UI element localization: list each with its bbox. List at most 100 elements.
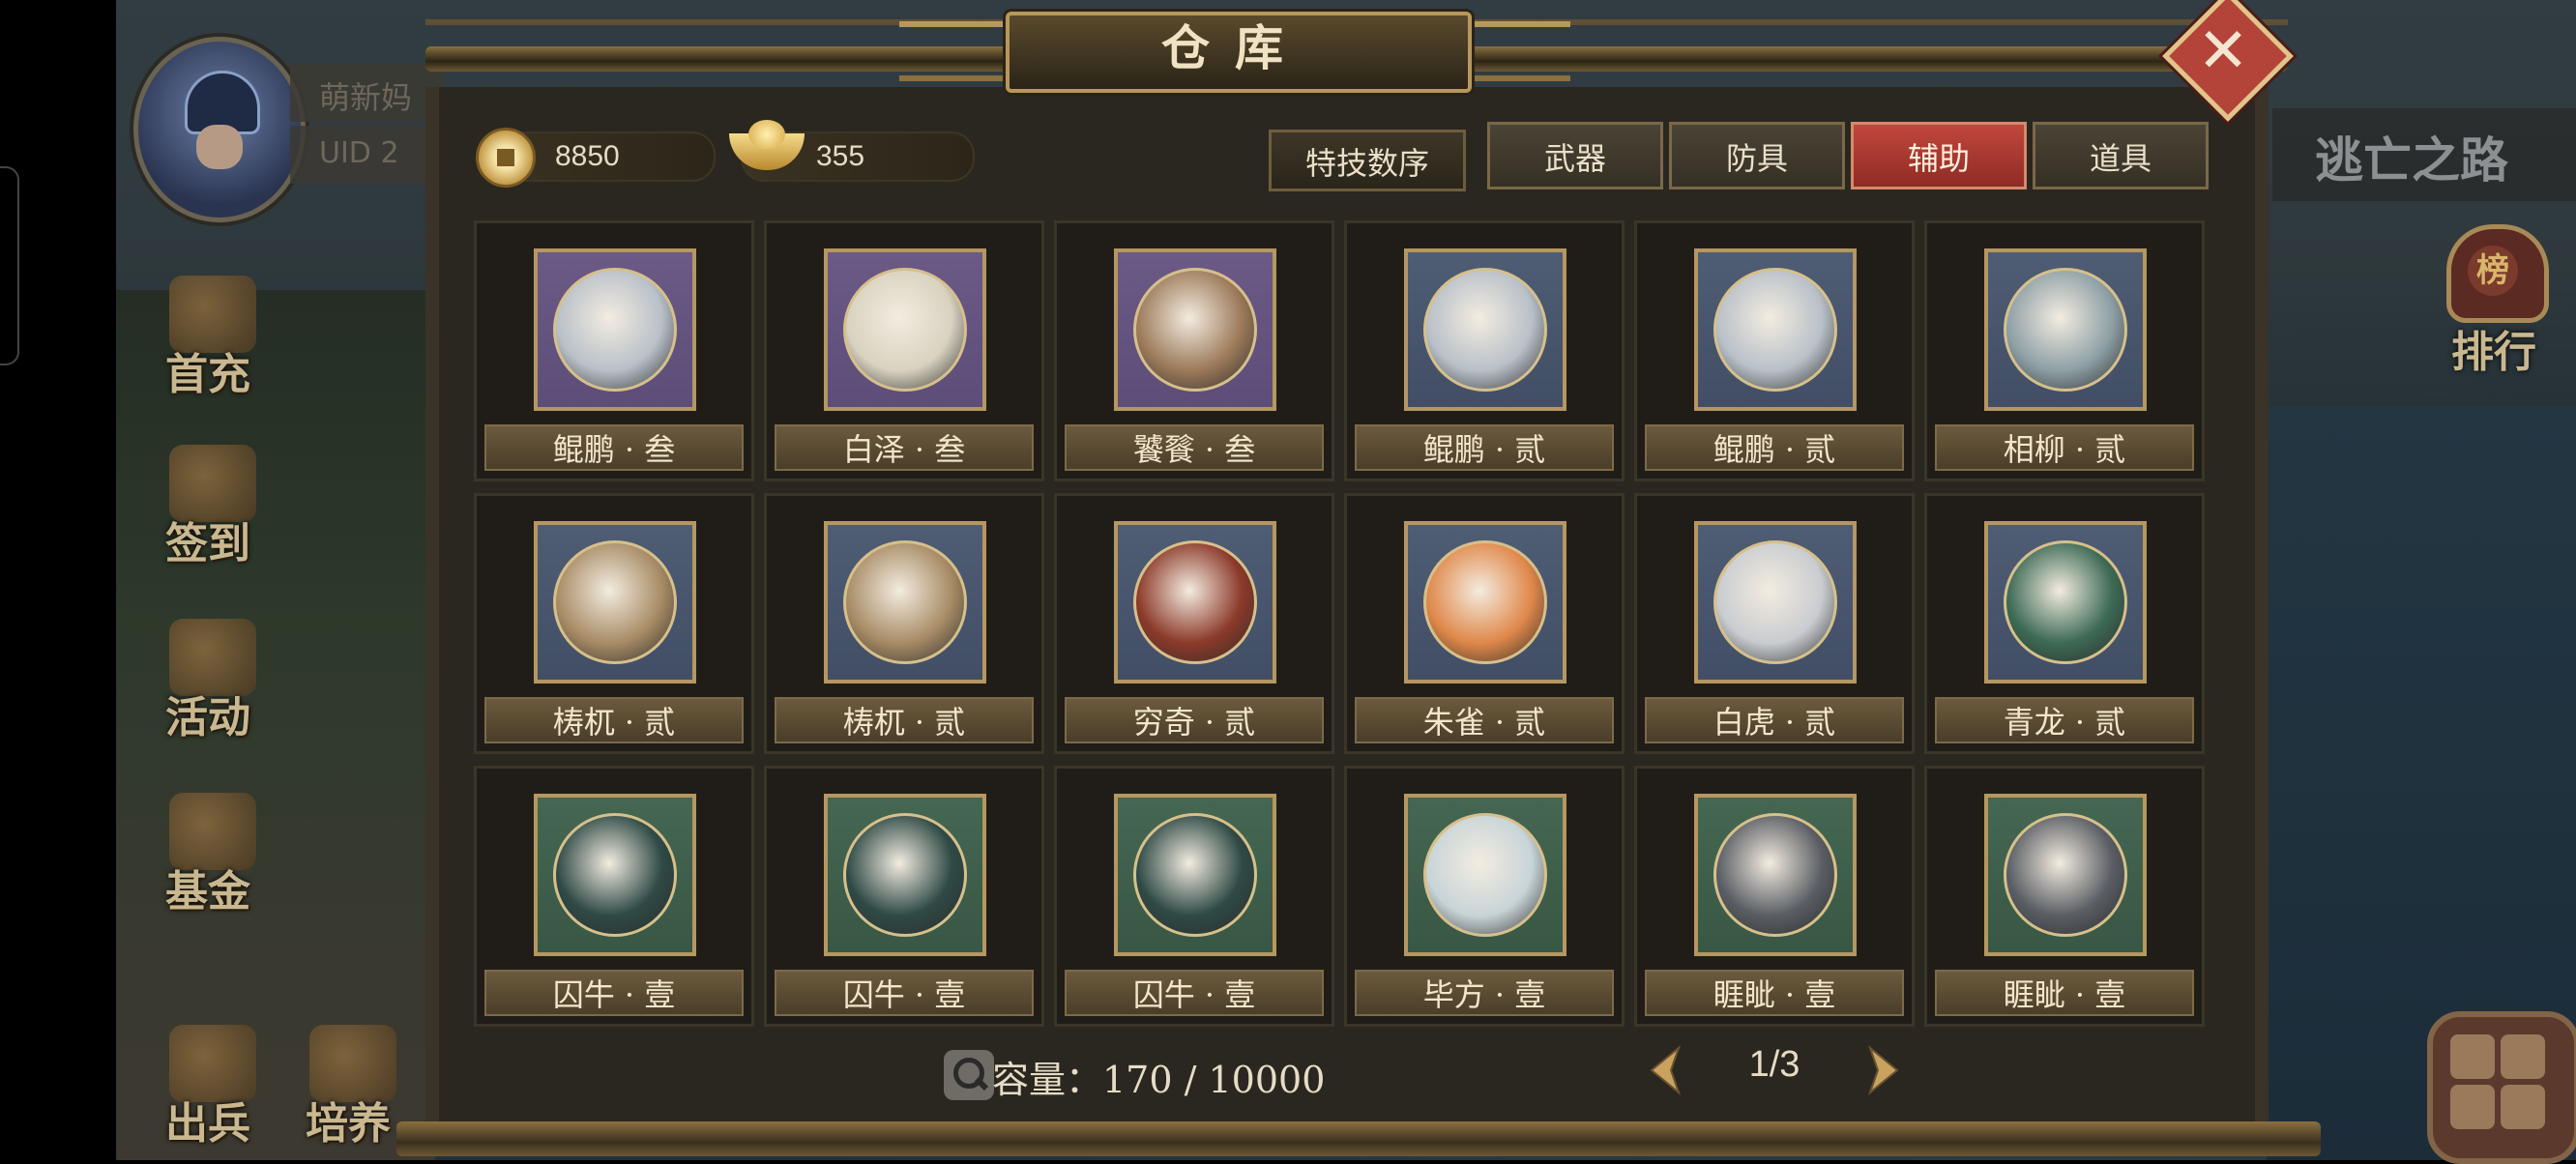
- dialog-bottom-frame: [396, 1121, 2321, 1156]
- sign-in-button[interactable]: 签到: [140, 445, 276, 568]
- item-art-frame: [1984, 248, 2147, 411]
- qiuniu-dragon-icon: [843, 813, 967, 937]
- item-card[interactable]: 鲲鹏 · 贰: [1344, 220, 1625, 481]
- qinglong-dragon-icon: [2004, 540, 2127, 664]
- baize-beast-icon: [843, 268, 967, 392]
- tab-armor[interactable]: 防具: [1669, 122, 1845, 189]
- item-art-frame: [1114, 794, 1276, 956]
- item-card[interactable]: 青龙 · 贰: [1924, 493, 2205, 754]
- item-name: 囚牛 · 壹: [1065, 970, 1324, 1016]
- item-card[interactable]: 白泽 · 叁: [764, 220, 1044, 481]
- item-name: 穷奇 · 贰: [1065, 697, 1324, 743]
- grid-icon-q1: [2450, 1034, 2495, 1079]
- next-page-button[interactable]: [1864, 1044, 1903, 1096]
- player-avatar[interactable]: [133, 37, 306, 222]
- item-name: 囚牛 · 壹: [484, 970, 744, 1016]
- fund-label: 基金: [165, 867, 250, 917]
- sort-by-skill-button[interactable]: 特技数序: [1269, 130, 1466, 191]
- dialog-title: 仓库: [1161, 19, 1308, 76]
- item-name: 梼杌 · 贰: [484, 697, 744, 743]
- item-art-frame: [1404, 521, 1566, 684]
- item-art-frame: [534, 521, 696, 684]
- cultivate-button[interactable]: 培养: [280, 1025, 416, 1149]
- kunpeng-whale-icon: [1423, 268, 1547, 392]
- item-art-frame: [1404, 794, 1566, 956]
- item-art-frame: [824, 794, 986, 956]
- previous-page-button[interactable]: [1646, 1044, 1684, 1096]
- avatar-face: [196, 125, 243, 169]
- tab-items[interactable]: 道具: [2033, 122, 2209, 189]
- taotie-beast-icon: [1133, 268, 1257, 392]
- item-card[interactable]: 朱雀 · 贰: [1344, 493, 1625, 754]
- warehouse-dialog: 仓库 ✕ 8850 355 特技数序 武器 防具 辅助 道具 鲲鹏 · 叁白泽 …: [396, 0, 2321, 1160]
- item-name: 毕方 · 壹: [1355, 970, 1614, 1016]
- magnifier-handle: [974, 1076, 989, 1091]
- sign-in-label: 签到: [165, 519, 250, 568]
- chevron-left-icon: [1650, 1044, 1682, 1096]
- item-card[interactable]: 囚牛 · 壹: [474, 766, 754, 1027]
- kunpeng-whale-icon: [1713, 268, 1837, 392]
- ingot-counter: 355: [729, 120, 975, 182]
- item-card[interactable]: 鲲鹏 · 叁: [474, 220, 754, 481]
- grid-icon-q3: [2450, 1085, 2495, 1129]
- search-button[interactable]: [944, 1050, 994, 1100]
- qiongqi-beast-icon: [1133, 540, 1257, 664]
- item-card[interactable]: 囚牛 · 壹: [764, 766, 1044, 1027]
- page-indicator: 1/3: [1748, 1044, 1800, 1085]
- events-label: 活动: [165, 693, 250, 742]
- coin-icon: [476, 128, 536, 188]
- tab-auxiliary[interactable]: 辅助: [1851, 122, 2027, 189]
- item-card[interactable]: 梼杌 · 贰: [764, 493, 1044, 754]
- first-recharge-button[interactable]: 首充: [140, 276, 276, 399]
- item-name: 朱雀 · 贰: [1355, 697, 1614, 743]
- item-card[interactable]: 梼杌 · 贰: [474, 493, 754, 754]
- item-name: 鲲鹏 · 叁: [484, 424, 744, 471]
- kunpeng-whale-icon: [553, 268, 677, 392]
- item-card[interactable]: 穷奇 · 贰: [1054, 493, 1334, 754]
- phone-side-edge: [0, 166, 19, 365]
- item-card[interactable]: 白虎 · 贰: [1634, 493, 1915, 754]
- yazi-beast-icon: [1713, 813, 1837, 937]
- taowu-beast-icon: [843, 540, 967, 664]
- item-name: 囚牛 · 壹: [775, 970, 1034, 1016]
- item-art-frame: [1984, 794, 2147, 956]
- item-name: 梼杌 · 贰: [775, 697, 1034, 743]
- item-art-frame: [1694, 794, 1857, 956]
- title-wing-right: [1454, 21, 1570, 81]
- ranking-button[interactable]: 榜: [2425, 224, 2561, 331]
- item-art-frame: [1114, 248, 1276, 411]
- item-name: 相柳 · 贰: [1935, 424, 2194, 471]
- chevron-right-icon: [1867, 1044, 1899, 1096]
- first-recharge-label: 首充: [165, 350, 250, 399]
- item-art-frame: [1694, 248, 1857, 411]
- tab-weapons[interactable]: 武器: [1487, 122, 1663, 189]
- title-wing-left: [899, 21, 1015, 81]
- ingot-amount: 355: [816, 140, 865, 172]
- gold-ingot-icon: [729, 116, 805, 174]
- deploy-label: 出兵: [165, 1099, 250, 1149]
- ranking-icon-char: 榜: [2468, 246, 2518, 296]
- item-card[interactable]: 睚眦 · 壹: [1924, 766, 2205, 1027]
- close-button[interactable]: ✕: [2181, 10, 2265, 93]
- item-card[interactable]: 囚牛 · 壹: [1054, 766, 1334, 1027]
- capacity-text: 容量：170 / 10000: [992, 1059, 1326, 1101]
- item-art-frame: [534, 794, 696, 956]
- item-art-frame: [824, 248, 986, 411]
- item-card[interactable]: 毕方 · 壹: [1344, 766, 1625, 1027]
- events-button[interactable]: 活动: [140, 619, 276, 742]
- item-card[interactable]: 睚眦 · 壹: [1634, 766, 1915, 1027]
- main-menu-button[interactable]: [2427, 1011, 2576, 1164]
- baihu-tiger-icon: [1713, 540, 1837, 664]
- fund-button[interactable]: 基金: [140, 793, 276, 917]
- item-name: 饕餮 · 叁: [1065, 424, 1324, 471]
- item-card[interactable]: 饕餮 · 叁: [1054, 220, 1334, 481]
- item-art-frame: [534, 248, 696, 411]
- zhuque-phoenix-icon: [1423, 540, 1547, 664]
- item-name: 睚眦 · 壹: [1935, 970, 2194, 1016]
- ranking-label: 排行: [2451, 328, 2536, 377]
- item-card[interactable]: 鲲鹏 · 贰: [1634, 220, 1915, 481]
- item-art-frame: [1694, 521, 1857, 684]
- item-name: 白虎 · 贰: [1645, 697, 1904, 743]
- deploy-button[interactable]: 出兵: [140, 1025, 276, 1149]
- item-card[interactable]: 相柳 · 贰: [1924, 220, 2205, 481]
